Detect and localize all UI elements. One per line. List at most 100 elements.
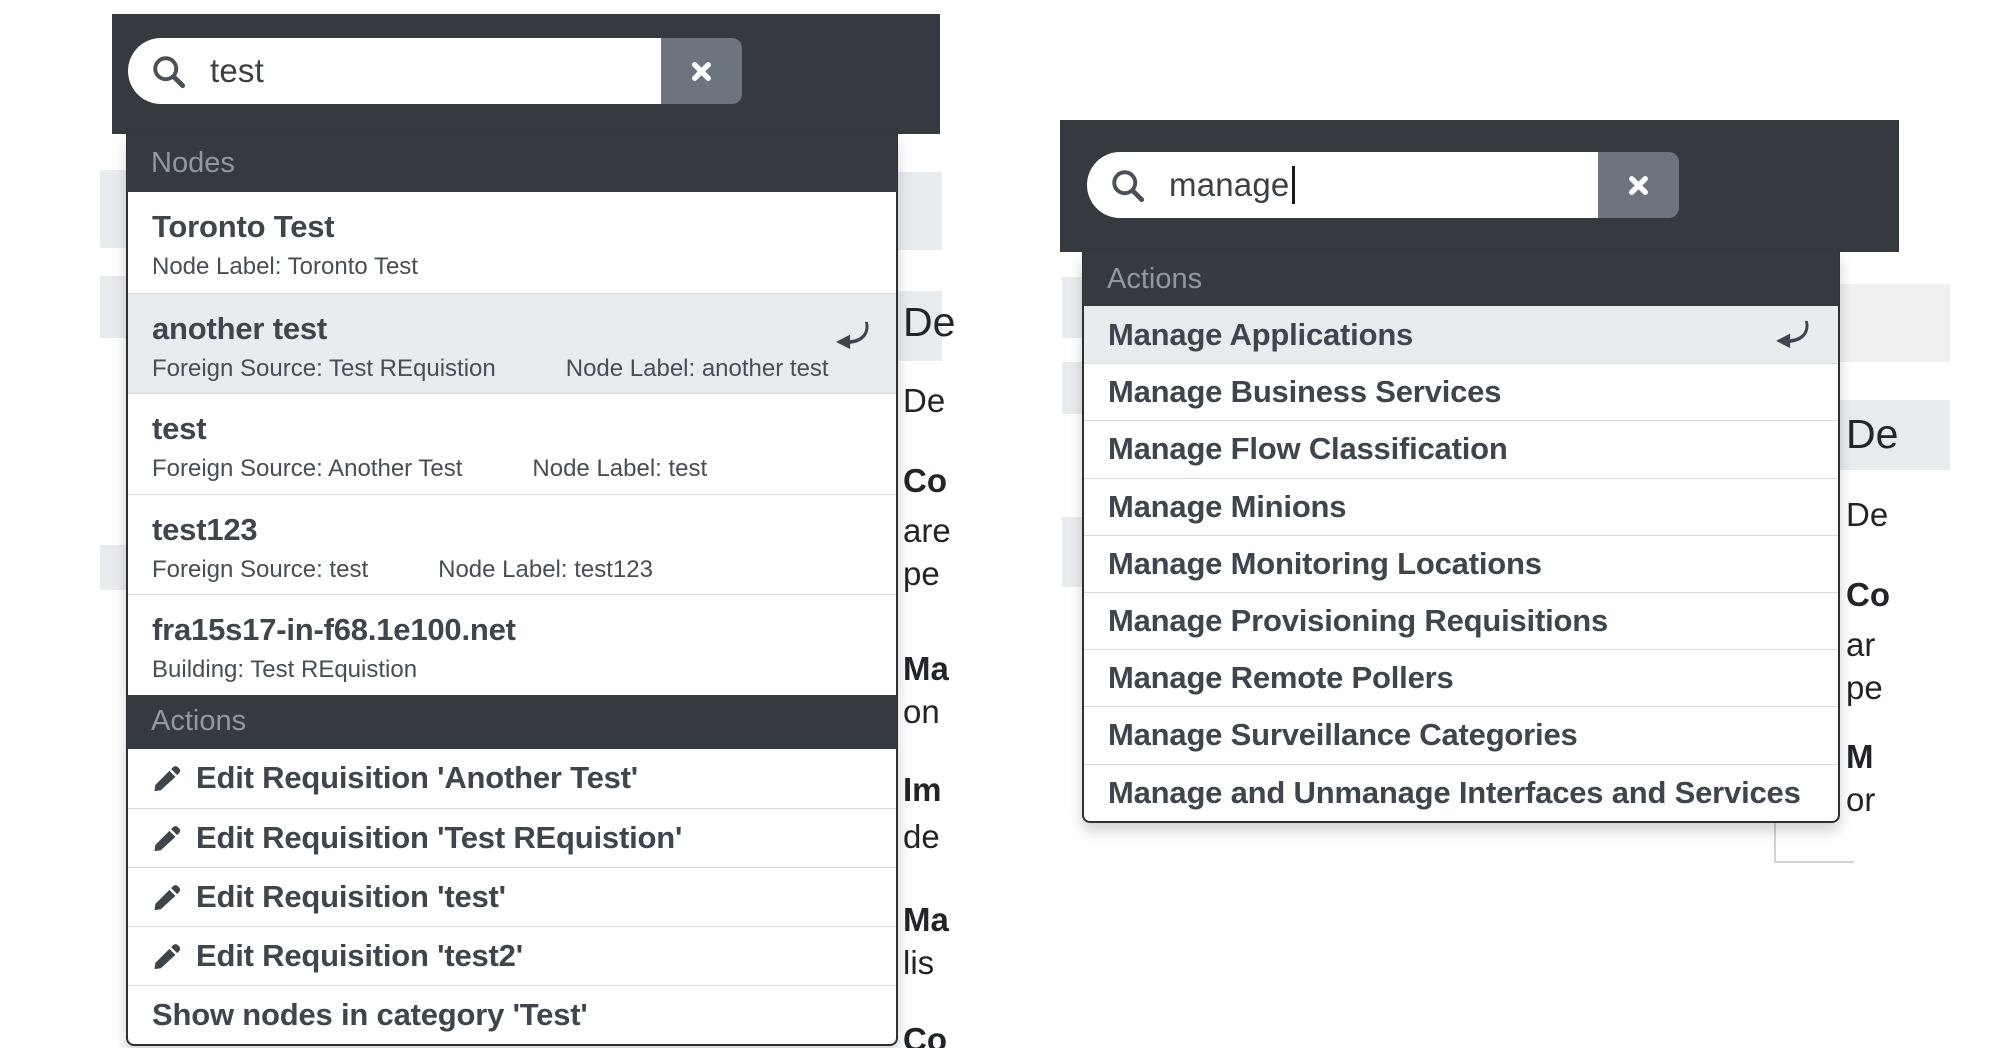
bg-text-fragment: De <box>1846 409 1898 459</box>
action-label: Manage Business Services <box>1108 374 1501 410</box>
bg-text-fragment: pe <box>903 554 940 594</box>
bg-text-fragment: Co <box>1846 575 1890 615</box>
bg-text-fragment: M <box>1846 737 1874 777</box>
bg-row-strip <box>100 545 126 590</box>
action-manage-surveillance-categories[interactable]: Manage Surveillance Categories <box>1084 706 1838 763</box>
action-edit-requisition-test-requistion[interactable]: Edit Requisition 'Test REquistion' <box>128 808 896 867</box>
action-manage-business-services[interactable]: Manage Business Services <box>1084 363 1838 420</box>
action-label: Manage Minions <box>1108 489 1346 525</box>
bg-text-fragment: ar <box>1846 625 1875 665</box>
bg-text-fragment: are <box>903 511 951 551</box>
bg-text-fragment: De <box>1846 495 1888 535</box>
action-label: Manage Flow Classification <box>1108 431 1508 467</box>
action-show-nodes-in-category-test[interactable]: Show nodes in category 'Test' <box>128 985 896 1044</box>
search-header-left: test <box>112 14 940 134</box>
pencil-icon <box>152 823 182 853</box>
result-node-fra15s17[interactable]: fra15s17-in-f68.1e100.net Building: Test… <box>128 594 896 695</box>
section-label: Actions <box>151 705 246 738</box>
node-detail: Node Label: test123 <box>438 556 653 583</box>
search-results-dropdown-left: Nodes Toronto Test Node Label: Toronto T… <box>126 134 898 1046</box>
action-edit-requisition-test2[interactable]: Edit Requisition 'test2' <box>128 926 896 985</box>
action-manage-provisioning-requisitions[interactable]: Manage Provisioning Requisitions <box>1084 592 1838 649</box>
node-title: fra15s17-in-f68.1e100.net <box>152 609 872 651</box>
bg-text-fragment: de <box>903 817 940 857</box>
bg-row-strip <box>1062 517 1082 587</box>
bg-row-strip <box>898 172 942 250</box>
search-results-dropdown-right: Actions Manage Applications Manage Busin… <box>1082 252 1840 823</box>
bg-text-fragment: lis <box>903 943 934 983</box>
action-edit-requisition-another-test[interactable]: Edit Requisition 'Another Test' <box>128 749 896 808</box>
search-value: test <box>210 52 264 90</box>
pencil-icon <box>152 941 182 971</box>
close-icon <box>688 58 715 85</box>
result-node-test[interactable]: test Foreign Source: Another Test Node La… <box>128 393 896 494</box>
bg-table-border <box>1774 823 1776 863</box>
action-label: Show nodes in category 'Test' <box>152 997 588 1033</box>
bg-text-fragment: Ma <box>903 900 949 940</box>
screen: De De Co are pe Ma on Im de Ma lis Co De… <box>0 0 2000 1048</box>
node-title: test <box>152 408 872 450</box>
bg-row-strip <box>1062 277 1082 338</box>
action-label: Manage Surveillance Categories <box>1108 717 1578 753</box>
node-detail: Foreign Source: Test REquistion <box>152 355 496 382</box>
action-label: Edit Requisition 'Another Test' <box>196 760 638 796</box>
action-manage-flow-classification[interactable]: Manage Flow Classification <box>1084 420 1838 477</box>
action-manage-applications-selected[interactable]: Manage Applications <box>1084 306 1838 363</box>
result-node-another-test-selected[interactable]: another test Foreign Source: Test REquis… <box>128 293 896 394</box>
bg-row-strip <box>1062 362 1082 414</box>
action-label: Manage Applications <box>1108 317 1413 353</box>
search-field-left[interactable]: test <box>128 38 742 104</box>
pencil-icon <box>152 763 182 793</box>
bg-text-fragment: Ma <box>903 649 949 689</box>
action-label: Edit Requisition 'Test REquistion' <box>196 820 682 856</box>
bg-row-strip <box>100 170 126 248</box>
action-manage-monitoring-locations[interactable]: Manage Monitoring Locations <box>1084 535 1838 592</box>
search-input[interactable]: test <box>128 38 661 104</box>
close-icon <box>1625 172 1652 199</box>
node-detail: Foreign Source: Another Test <box>152 455 462 482</box>
text-cursor <box>1292 166 1295 204</box>
action-manage-remote-pollers[interactable]: Manage Remote Pollers <box>1084 649 1838 706</box>
action-label: Manage Provisioning Requisitions <box>1108 603 1608 639</box>
search-icon <box>150 53 186 89</box>
action-manage-and-unmanage-interfaces-and-services[interactable]: Manage and Unmanage Interfaces and Servi… <box>1084 764 1838 821</box>
bg-text-fragment: pe <box>1846 668 1883 708</box>
clear-search-button[interactable] <box>1598 152 1679 218</box>
bg-table-border <box>1774 861 1854 863</box>
node-title: another test <box>152 308 872 350</box>
node-detail: Foreign Source: test <box>152 556 368 583</box>
action-label: Edit Requisition 'test' <box>196 879 506 915</box>
action-label: Edit Requisition 'test2' <box>196 938 523 974</box>
enter-key-icon <box>1772 319 1810 350</box>
action-label: Manage Monitoring Locations <box>1108 546 1542 582</box>
result-node-test123[interactable]: test123 Foreign Source: test Node Label: … <box>128 494 896 595</box>
action-edit-requisition-test[interactable]: Edit Requisition 'test' <box>128 867 896 926</box>
bg-text-fragment: De <box>903 381 945 421</box>
clear-search-button[interactable] <box>661 38 742 104</box>
bg-text-fragment: Co <box>903 461 947 501</box>
section-header-nodes: Nodes <box>127 134 897 192</box>
bg-text-fragment: on <box>903 692 940 732</box>
action-label: Manage Remote Pollers <box>1108 660 1454 696</box>
pencil-icon <box>152 882 182 912</box>
bg-text-fragment: De <box>903 297 955 347</box>
bg-row-strip <box>1840 284 1950 362</box>
search-field-right[interactable]: manage <box>1087 152 1679 218</box>
section-label: Nodes <box>151 147 235 180</box>
action-label: Manage and Unmanage Interfaces and Servi… <box>1108 775 1801 811</box>
section-label: Actions <box>1107 263 1202 296</box>
search-header-right: manage <box>1060 120 1899 252</box>
node-detail: Node Label: another test <box>566 355 829 382</box>
node-title: Toronto Test <box>152 206 872 248</box>
node-title: test123 <box>152 509 872 551</box>
search-input[interactable]: manage <box>1087 152 1598 218</box>
result-node-toronto-test[interactable]: Toronto Test Node Label: Toronto Test <box>128 192 896 293</box>
action-manage-minions[interactable]: Manage Minions <box>1084 478 1838 535</box>
bg-text-fragment: Im <box>903 770 942 810</box>
section-header-actions: Actions <box>127 695 897 749</box>
node-detail: Building: Test REquistion <box>152 656 417 683</box>
section-header-actions: Actions <box>1083 252 1839 306</box>
node-detail: Node Label: test <box>532 455 707 482</box>
bg-text-fragment: Co <box>903 1020 947 1048</box>
enter-key-icon <box>832 320 870 351</box>
